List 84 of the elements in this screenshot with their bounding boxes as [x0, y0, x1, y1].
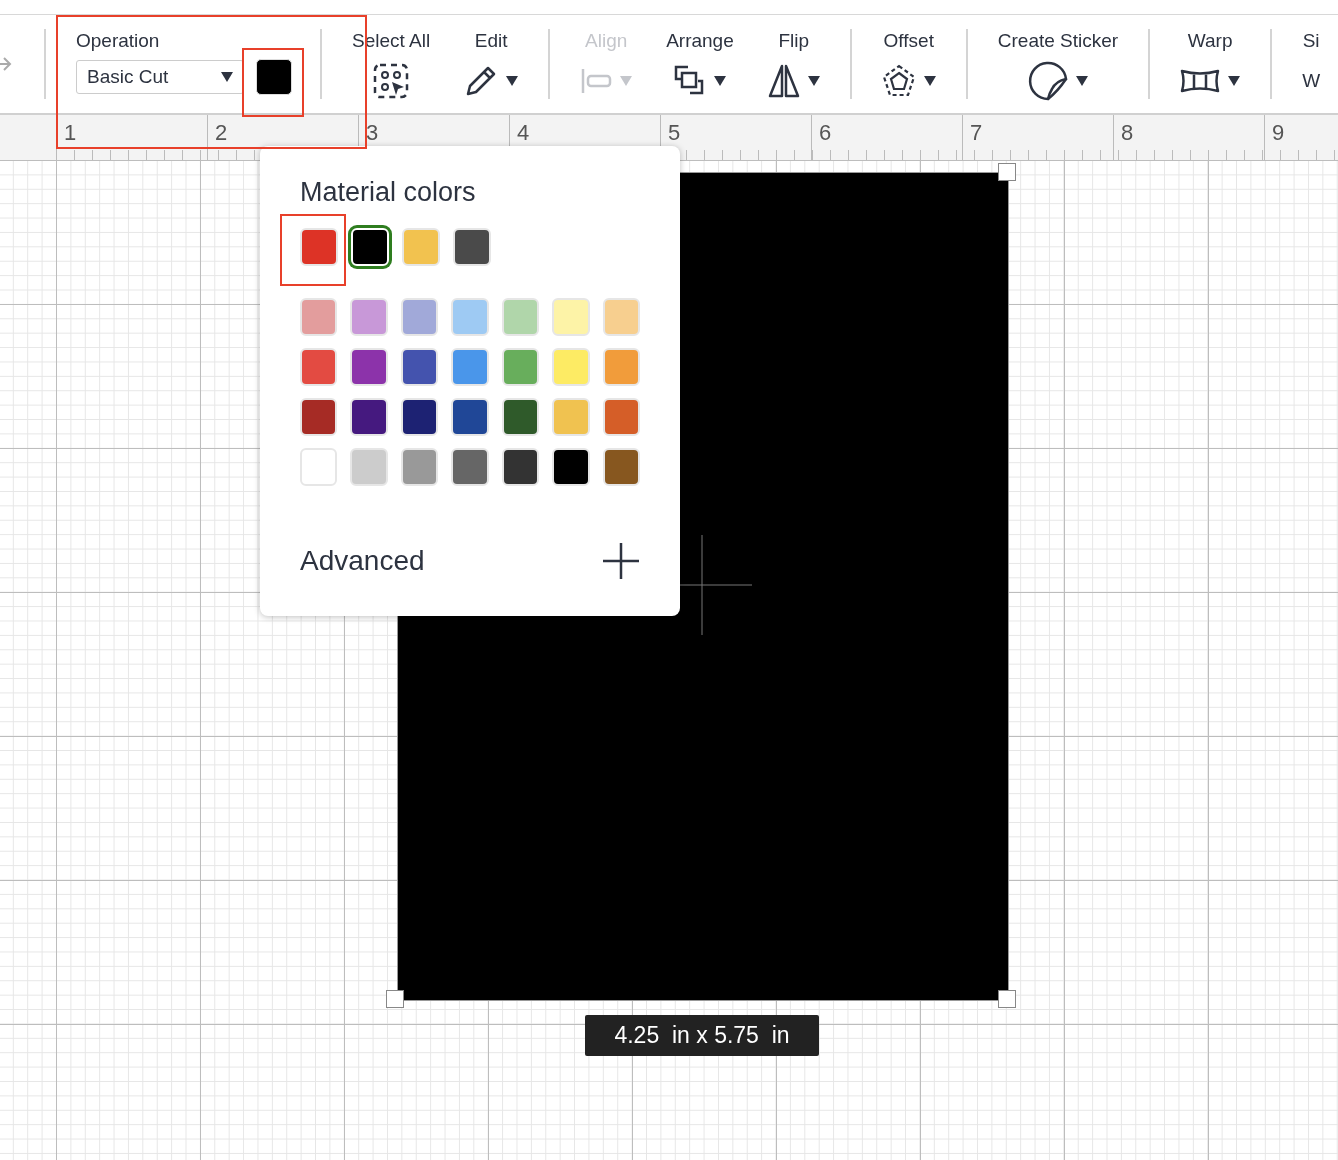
arrow-icon[interactable] — [0, 55, 12, 73]
ruler-number: 3 — [366, 120, 379, 145]
ruler-number: 2 — [215, 120, 228, 145]
arrange-button[interactable] — [673, 65, 726, 97]
select-all-icon — [373, 63, 410, 99]
color-swatch[interactable] — [350, 298, 388, 336]
warp-icon — [1180, 68, 1221, 94]
color-swatch[interactable] — [602, 298, 640, 336]
color-swatch[interactable] — [602, 398, 640, 436]
offset-button[interactable] — [881, 64, 936, 98]
color-swatch[interactable] — [501, 298, 540, 336]
sticker-button[interactable] — [1027, 61, 1088, 101]
color-swatch[interactable] — [501, 348, 540, 386]
tool-label: Si — [1302, 29, 1320, 53]
color-swatch[interactable] — [602, 448, 640, 486]
ruler-number: 8 — [1121, 120, 1134, 145]
caret-icon — [1228, 76, 1241, 86]
color-swatch[interactable] — [400, 298, 439, 336]
color-swatch[interactable] — [451, 448, 489, 486]
resize-handle[interactable] — [998, 163, 1016, 181]
caret-icon — [221, 72, 233, 82]
color-swatch[interactable] — [451, 398, 489, 436]
tool-label: Warp — [1187, 29, 1233, 53]
popup-title: Material colors — [300, 176, 477, 208]
resize-handle[interactable] — [386, 990, 404, 1008]
tool-label: Arrange — [666, 29, 734, 53]
caret-icon — [506, 76, 519, 86]
color-chip[interactable] — [256, 59, 292, 95]
advanced-label: Advanced — [300, 544, 425, 578]
tool-label: Offset — [883, 29, 934, 53]
tool-label: Create Sticker — [997, 29, 1119, 53]
color-swatch[interactable] — [350, 398, 388, 436]
color-swatch[interactable] — [501, 448, 540, 486]
color-swatch[interactable] — [453, 228, 491, 266]
caret-icon — [713, 76, 726, 86]
color-swatch[interactable] — [350, 348, 388, 386]
color-swatch[interactable] — [400, 348, 439, 386]
caret-icon — [807, 76, 820, 86]
ruler-number: 6 — [819, 120, 832, 145]
operation-dropdown[interactable]: Basic Cut — [76, 60, 244, 94]
caret-icon — [1075, 76, 1088, 86]
color-swatch[interactable] — [552, 448, 590, 486]
color-swatch[interactable] — [300, 448, 338, 486]
sticker-icon — [1027, 61, 1068, 101]
color-swatch[interactable] — [300, 298, 338, 336]
color-swatch[interactable] — [552, 298, 590, 336]
tool-label: Align — [585, 29, 628, 53]
color-swatch[interactable] — [501, 398, 540, 436]
color-swatch[interactable] — [300, 228, 338, 266]
pencil-button[interactable] — [464, 64, 519, 98]
ruler-number: 1 — [64, 120, 77, 145]
plus-icon[interactable] — [602, 542, 640, 580]
align-icon — [580, 67, 613, 95]
tool-label: Edit — [474, 29, 508, 53]
color-swatch[interactable] — [602, 348, 640, 386]
flip-button[interactable] — [767, 64, 820, 98]
ruler-number: 9 — [1272, 120, 1285, 145]
color-swatch[interactable] — [402, 228, 440, 266]
ruler-number: 7 — [970, 120, 983, 145]
ruler-number: 4 — [517, 120, 530, 145]
color-swatch[interactable] — [400, 448, 439, 486]
operation-label: Operation — [76, 29, 160, 53]
color-swatch[interactable] — [300, 348, 338, 386]
tool-value: W — [1302, 69, 1321, 93]
color-swatch[interactable] — [552, 398, 590, 436]
flip-icon — [767, 64, 800, 98]
caret-icon — [620, 76, 633, 86]
ruler-number: 5 — [668, 120, 681, 145]
warp-button[interactable] — [1180, 68, 1241, 94]
tool-label: Flip — [778, 29, 810, 53]
color-swatch[interactable] — [451, 298, 489, 336]
caret-icon — [923, 76, 936, 86]
select-all-button[interactable] — [373, 63, 410, 99]
annotation-frame — [280, 214, 346, 286]
color-swatch[interactable] — [552, 348, 590, 386]
pentagon-icon — [881, 64, 916, 98]
size-label: 4.25 in x 5.75 in — [585, 1015, 819, 1056]
color-swatch[interactable] — [300, 398, 338, 436]
resize-handle[interactable] — [998, 990, 1016, 1008]
arrange-icon — [673, 65, 706, 97]
color-swatch[interactable] — [451, 348, 489, 386]
color-swatch[interactable] — [400, 398, 439, 436]
crosshair-icon — [680, 535, 752, 635]
color-swatch[interactable] — [350, 448, 388, 486]
